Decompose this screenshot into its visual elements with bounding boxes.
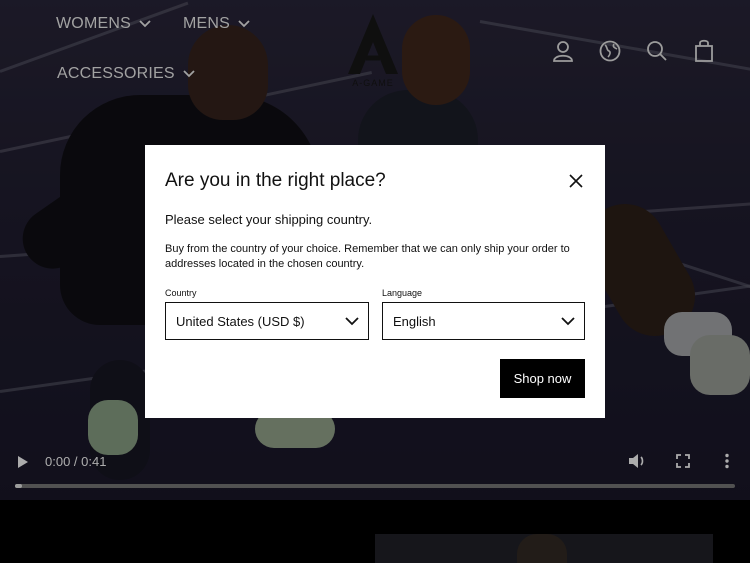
chevron-down-icon	[561, 317, 575, 326]
country-select[interactable]: United States (USD $)	[165, 302, 369, 340]
language-label: Language	[382, 288, 423, 298]
language-select[interactable]: English	[382, 302, 585, 340]
close-icon[interactable]	[568, 173, 584, 189]
modal-title: Are you in the right place?	[165, 170, 386, 191]
language-value: English	[393, 313, 436, 329]
country-selector-modal: Are you in the right place? Please selec…	[145, 145, 605, 418]
country-label: Country	[165, 288, 197, 298]
modal-subtitle: Please select your shipping country.	[165, 212, 373, 227]
modal-note: Buy from the country of your choice. Rem…	[165, 243, 570, 270]
country-value: United States (USD $)	[176, 313, 305, 329]
shop-now-button[interactable]: Shop now	[500, 359, 585, 398]
chevron-down-icon	[345, 317, 359, 326]
